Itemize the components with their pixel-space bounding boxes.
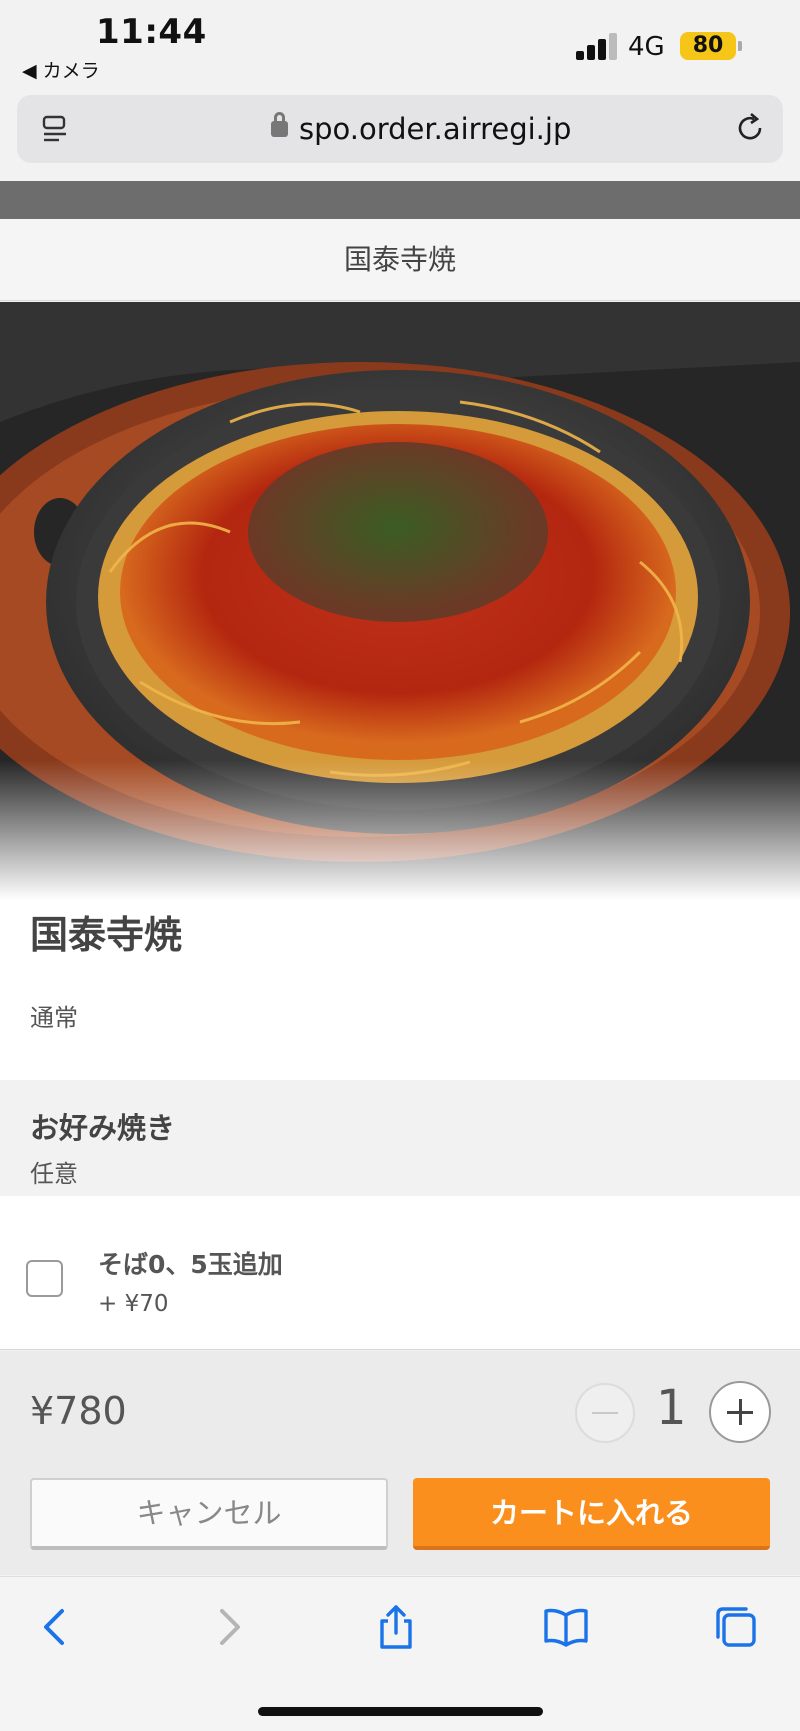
reload-icon[interactable] [733,111,767,145]
option-group-title: お好み焼き [30,1111,176,1145]
cancel-button[interactable]: キャンセル [30,1478,388,1550]
network-type: 4G [628,32,665,62]
quantity-decrease-button[interactable] [575,1383,635,1443]
option-label[interactable]: そば0、5玉追加 [98,1245,283,1281]
lock-icon [271,112,288,137]
add-to-cart-button[interactable]: カートに入れる [413,1478,770,1550]
quantity-value: 1 [656,1380,687,1436]
forward-icon[interactable] [204,1603,252,1651]
quantity-increase-button[interactable] [709,1381,771,1443]
home-indicator [258,1707,543,1716]
page-backdrop [0,181,800,219]
battery-tip [738,41,742,51]
bookmarks-icon[interactable] [542,1603,590,1651]
option-price: + ¥70 [98,1291,169,1317]
total-price: ¥780 [30,1389,127,1433]
status-time: 11:44 [96,12,207,52]
option-checkbox[interactable] [26,1260,63,1297]
item-title: 国泰寺焼 [30,913,183,957]
battery-icon: 80 [680,32,736,60]
back-to-app-link[interactable]: ◀ カメラ [22,56,100,83]
photo-fade [0,760,800,900]
url-text[interactable]: spo.order.airregi.jp [299,112,571,146]
option-group-requirement: 任意 [30,1160,78,1188]
status-bar: 11:44 ◀ カメラ 4G 80 [0,0,800,92]
address-bar[interactable]: spo.order.airregi.jp [17,95,783,163]
signal-icon [576,32,620,60]
modal-header-title: 国泰寺焼 [0,219,800,301]
back-icon[interactable] [32,1603,80,1651]
item-variant: 通常 [30,1004,78,1032]
share-icon[interactable] [372,1603,420,1651]
page-menu-icon[interactable] [39,113,71,145]
tabs-icon[interactable] [712,1603,760,1651]
